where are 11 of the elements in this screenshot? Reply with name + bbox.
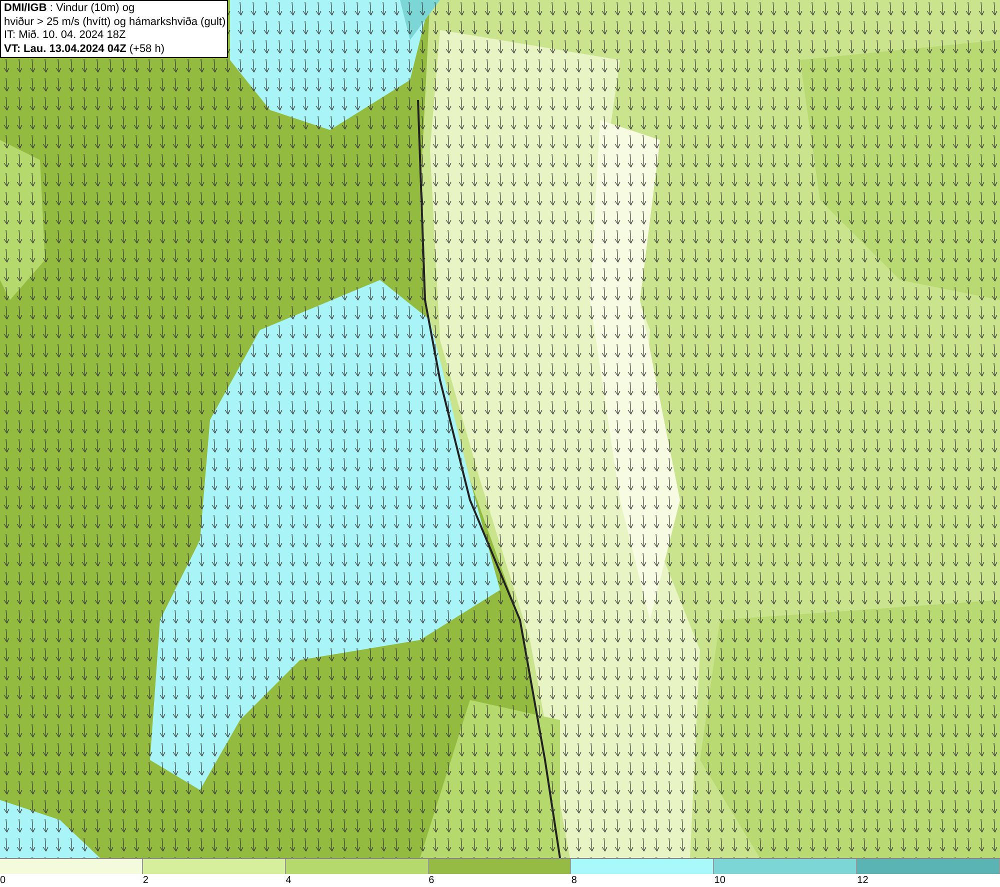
header-text: hviður > 25 m/s (hvítt) og hámarkshviða (gult) xyxy=(4,16,224,29)
legend-label: 4 xyxy=(286,874,292,887)
header-text: VT: Lau. 13.04.2024 04Z (+58 h) xyxy=(4,42,166,56)
legend-label: 12 xyxy=(857,874,868,887)
legend-label: 8 xyxy=(571,874,577,887)
legend-label: 6 xyxy=(428,874,434,887)
legend-label: 2 xyxy=(142,874,148,887)
header-text: DMI/IGB : Vindur (10m) og xyxy=(4,2,136,16)
header-text: IT: Mið. 10. 04. 2024 18Z xyxy=(4,29,127,42)
legend-label: 0 xyxy=(0,874,6,887)
legend-label: 10 xyxy=(714,874,726,887)
